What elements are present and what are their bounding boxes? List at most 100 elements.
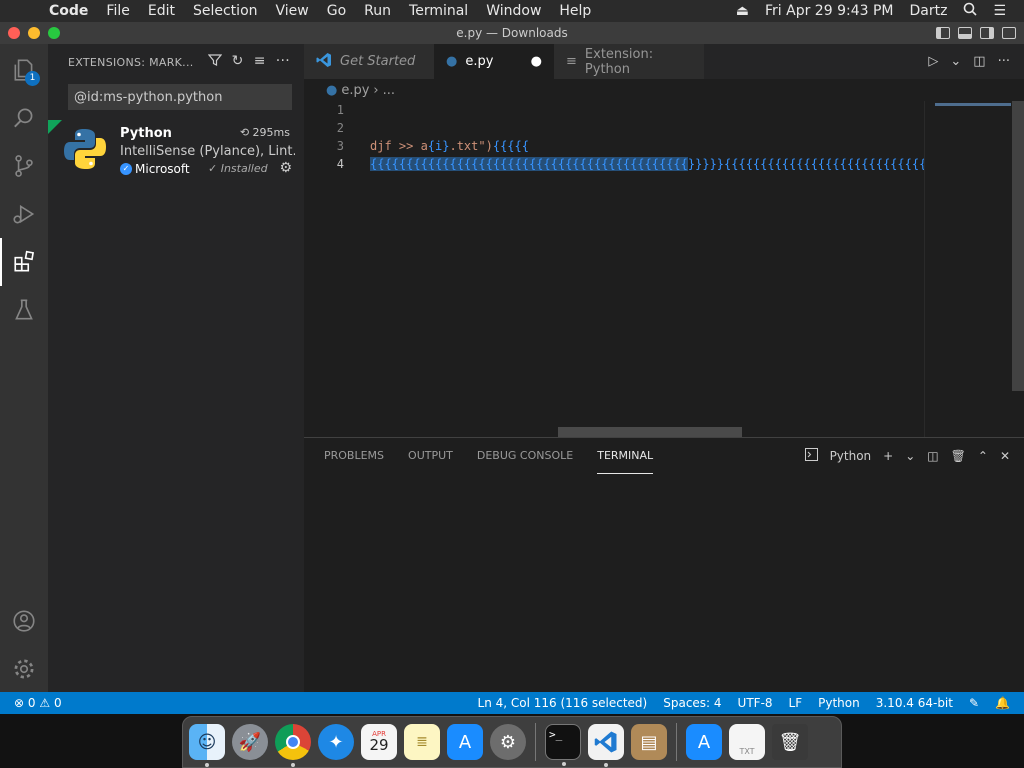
notifications-bell-icon[interactable]: 🔔 [995, 696, 1010, 710]
tab-get-started[interactable]: Get Started [304, 44, 434, 79]
tab-e-py[interactable]: ● e.py ● [434, 44, 554, 79]
feedback-icon[interactable]: ✎ [969, 696, 979, 710]
menu-terminal[interactable]: Terminal [400, 3, 477, 19]
finder-icon[interactable]: ☺ [189, 724, 225, 767]
launchpad-rocket-icon[interactable]: 🚀 [232, 724, 268, 760]
minimap[interactable] [924, 101, 1024, 437]
publisher-name[interactable]: Microsoft [135, 162, 190, 176]
language-mode[interactable]: Python [818, 696, 860, 710]
source-control-icon[interactable] [0, 142, 48, 190]
menu-code[interactable]: Code [40, 3, 97, 19]
notes-icon[interactable]: ≣ [404, 724, 440, 760]
app-store-downloads-icon[interactable]: A [686, 724, 722, 760]
warning-icon: ⚠ [39, 696, 51, 710]
code-line-3: djf >> a{i}.txt"){{{{{ [370, 139, 529, 153]
more-actions-icon[interactable]: ··· [276, 53, 290, 71]
end-of-line[interactable]: LF [789, 696, 803, 710]
control-center-icon[interactable]: ☰ [985, 3, 1014, 19]
vertical-scrollbar[interactable] [1012, 101, 1024, 391]
eject-icon[interactable]: ⏏ [728, 3, 757, 19]
new-terminal-plus-icon[interactable]: + [883, 449, 893, 463]
maximize-panel-chevron-icon[interactable]: ⌃ [978, 449, 988, 463]
split-editor-icon[interactable]: ◫ [973, 54, 985, 69]
cursor-position[interactable]: Ln 4, Col 116 (116 selected) [478, 696, 648, 710]
terminal-app-icon[interactable]: >_ [545, 724, 581, 766]
extensions-sidebar: EXTENSIONS: MARK... ↻ ≡ ··· @id:ms-pytho… [48, 44, 304, 692]
refresh-icon[interactable]: ↻ [232, 53, 244, 71]
menu-help[interactable]: Help [550, 3, 600, 19]
breadcrumb-file[interactable]: e.py [341, 83, 369, 98]
breadcrumb-symbol[interactable]: ... [383, 83, 395, 98]
vscode-app-icon[interactable] [588, 724, 624, 767]
menu-go[interactable]: Go [318, 3, 355, 19]
unsaved-dot-icon[interactable]: ● [531, 54, 542, 69]
run-debug-icon[interactable] [0, 190, 48, 238]
run-python-file-icon[interactable]: ▷ [928, 54, 938, 69]
customize-layout-icon[interactable] [1002, 27, 1016, 39]
clear-results-icon[interactable]: ≡ [254, 53, 266, 71]
run-dropdown-chevron-icon[interactable]: ⌄ [950, 54, 961, 69]
chrome-icon[interactable] [275, 724, 311, 767]
menu-edit[interactable]: Edit [139, 3, 184, 19]
tab-problems[interactable]: PROBLEMS [324, 438, 384, 474]
trash-icon[interactable]: 🗑 [772, 724, 808, 760]
toggle-panel-icon[interactable] [958, 27, 972, 39]
line-number: 2 [336, 121, 344, 135]
terminal-name[interactable]: Python [830, 449, 872, 463]
extension-gear-icon[interactable]: ⚙ [279, 160, 292, 176]
menu-view[interactable]: View [267, 3, 318, 19]
tab-debug-console[interactable]: DEBUG CONSOLE [477, 438, 573, 474]
installed-status: ✓ Installed [208, 162, 268, 175]
more-actions-icon[interactable]: ··· [998, 54, 1010, 69]
indentation[interactable]: Spaces: 4 [663, 696, 721, 710]
app-store-icon[interactable]: A [447, 724, 483, 760]
accounts-icon[interactable] [0, 597, 48, 645]
file-encoding[interactable]: UTF-8 [738, 696, 773, 710]
code-editor[interactable]: 1 2 3 4 djf >> a{i}.txt"){{{{{ {{{{{{{{{… [304, 101, 924, 437]
kill-terminal-trash-icon[interactable]: 🗑 [951, 449, 966, 463]
menu-user[interactable]: Dartz [901, 3, 955, 19]
recommended-corner-badge [48, 120, 62, 134]
status-bar: ⊗ 0 ⚠ 0 Ln 4, Col 116 (116 selected) Spa… [0, 692, 1024, 714]
activation-time-value: 295ms [252, 126, 290, 139]
zoom-window-button[interactable] [48, 27, 60, 39]
menu-selection[interactable]: Selection [184, 3, 267, 19]
calendar-icon[interactable]: APR 29 [361, 724, 397, 760]
downloads-folder-icon[interactable]: ▤ [631, 724, 667, 760]
bottom-panel: PROBLEMS OUTPUT DEBUG CONSOLE TERMINAL P… [304, 437, 1024, 692]
extensions-icon[interactable] [0, 238, 48, 286]
tab-output[interactable]: OUTPUT [408, 438, 453, 474]
explorer-icon[interactable]: 1 [0, 46, 48, 94]
extension-description: IntelliSense (Pylance), Lint... [120, 144, 295, 159]
tab-extension-python[interactable]: ≡ Extension: Python [554, 44, 704, 79]
terminal-icon [804, 448, 818, 464]
safari-compass-icon[interactable]: ✦ [318, 724, 354, 760]
toggle-secondary-sidebar-icon[interactable] [980, 27, 994, 39]
menu-run[interactable]: Run [355, 3, 400, 19]
close-window-button[interactable] [8, 27, 20, 39]
close-panel-icon[interactable]: ✕ [1000, 449, 1010, 463]
menu-window[interactable]: Window [477, 3, 550, 19]
txt-document-icon[interactable]: TXT [729, 724, 765, 760]
code-braces: {{{{{ [492, 139, 529, 153]
tab-terminal[interactable]: TERMINAL [597, 438, 654, 474]
horizontal-scrollbar[interactable] [558, 427, 742, 437]
spotlight-search-icon[interactable] [955, 2, 985, 20]
error-count: 0 [27, 696, 36, 710]
system-preferences-gear-icon[interactable]: ⚙ [490, 724, 526, 760]
filter-icon[interactable] [207, 53, 222, 71]
manage-gear-icon[interactable] [0, 645, 48, 693]
sidebar-title: EXTENSIONS: MARK... [68, 55, 194, 69]
extension-search-input[interactable]: @id:ms-python.python [68, 84, 292, 110]
testing-flask-icon[interactable] [0, 286, 48, 334]
extension-list-item-python[interactable]: Python ⟲ 295ms IntelliSense (Pylance), L… [48, 120, 304, 184]
toggle-sidebar-icon[interactable] [936, 27, 950, 39]
python-interpreter[interactable]: 3.10.4 64-bit [876, 696, 953, 710]
problems-status[interactable]: ⊗ 0 ⚠ 0 [0, 696, 62, 710]
menu-file[interactable]: File [97, 3, 138, 19]
terminal-dropdown-chevron-icon[interactable]: ⌄ [905, 449, 915, 463]
search-icon[interactable] [0, 94, 48, 142]
split-terminal-icon[interactable]: ◫ [927, 449, 938, 463]
menu-datetime[interactable]: Fri Apr 29 9:43 PM [757, 3, 901, 19]
minimize-window-button[interactable] [28, 27, 40, 39]
